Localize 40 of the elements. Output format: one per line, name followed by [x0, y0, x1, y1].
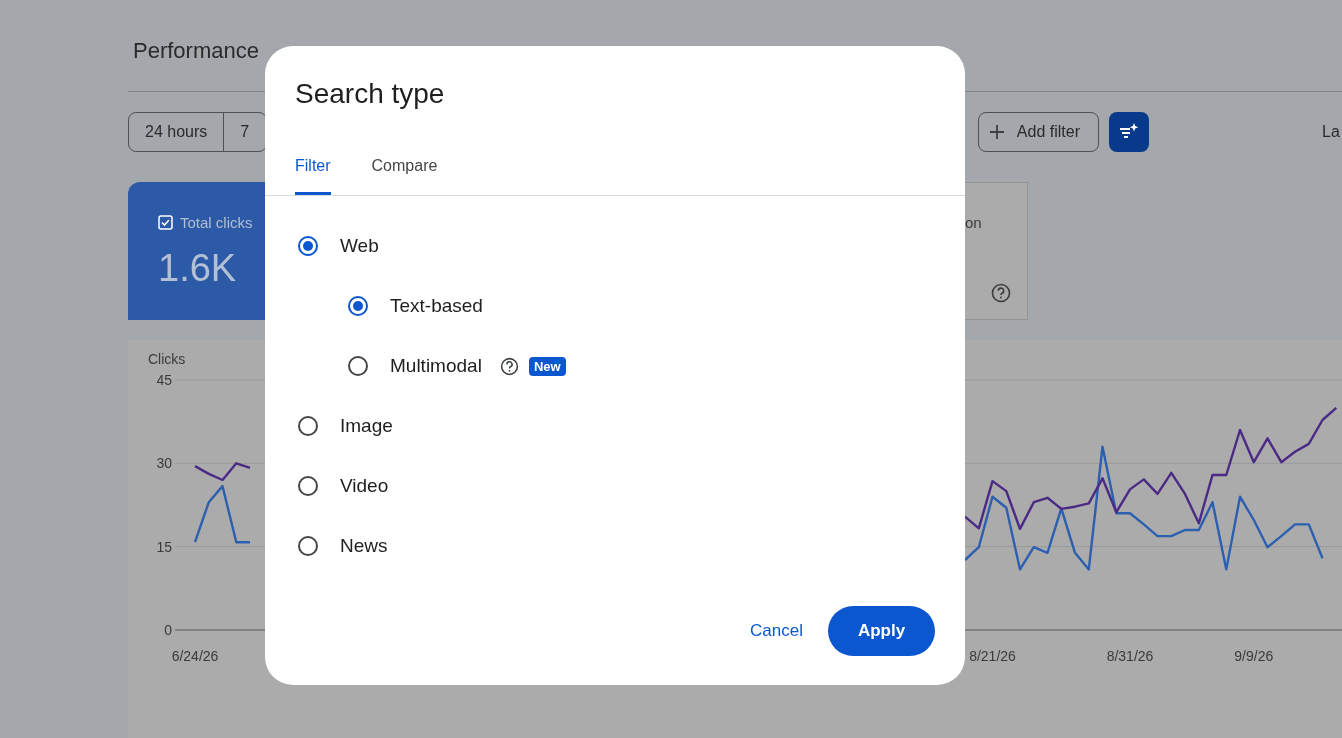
date-range-chip[interactable]: 24 hours — [129, 113, 225, 151]
option-label[interactable]: News — [340, 535, 388, 557]
option-label[interactable]: Text-based — [390, 295, 483, 317]
tab[interactable]: Filter — [295, 145, 331, 195]
metric-label: on — [965, 214, 982, 231]
metric-label: Total clicks — [180, 214, 253, 231]
filter-sparkle-icon — [1118, 123, 1140, 141]
page-title: Performance — [132, 38, 260, 65]
radio-button[interactable] — [348, 356, 368, 376]
cancel-button[interactable]: Cancel — [750, 611, 803, 651]
y-tick-label: 45 — [156, 372, 172, 388]
apply-button[interactable]: Apply — [828, 606, 935, 656]
help-icon[interactable] — [499, 356, 519, 376]
plus-icon — [988, 124, 1005, 140]
option-label[interactable]: Video — [340, 475, 389, 497]
y-tick-label: 15 — [156, 538, 172, 555]
x-tick-label: 8/31/26 — [1106, 648, 1154, 664]
metric-value: 1.6K — [158, 247, 238, 290]
option-label[interactable]: Web — [340, 235, 379, 257]
help-icon[interactable] — [991, 283, 1011, 303]
radio-button[interactable] — [298, 476, 318, 496]
x-tick-label: 9/9/26 — [1234, 648, 1274, 664]
filter-sparkle-button[interactable] — [1109, 112, 1149, 152]
checkbox[interactable] — [158, 215, 173, 230]
x-tick-label: 8/21/26 — [969, 648, 1016, 664]
x-tick-label: 6/24/26 — [171, 648, 219, 664]
radio-button[interactable] — [298, 536, 318, 556]
new-badge: New — [528, 356, 566, 376]
toolbar-text: La — [1322, 123, 1341, 141]
radio-button[interactable] — [348, 296, 368, 316]
add-filter-button[interactable]: Add filter — [977, 112, 1099, 152]
tab[interactable]: Compare — [371, 145, 438, 195]
y-tick-label: 0 — [164, 622, 172, 638]
y-tick-label: 30 — [156, 455, 172, 472]
option-label[interactable]: Image — [340, 415, 393, 437]
axis-title: Clicks — [148, 351, 186, 367]
option-label[interactable]: Multimodal — [390, 355, 482, 377]
dialog-title: Search type — [294, 78, 446, 110]
radio-button[interactable] — [298, 416, 318, 436]
radio-button[interactable] — [298, 236, 318, 256]
